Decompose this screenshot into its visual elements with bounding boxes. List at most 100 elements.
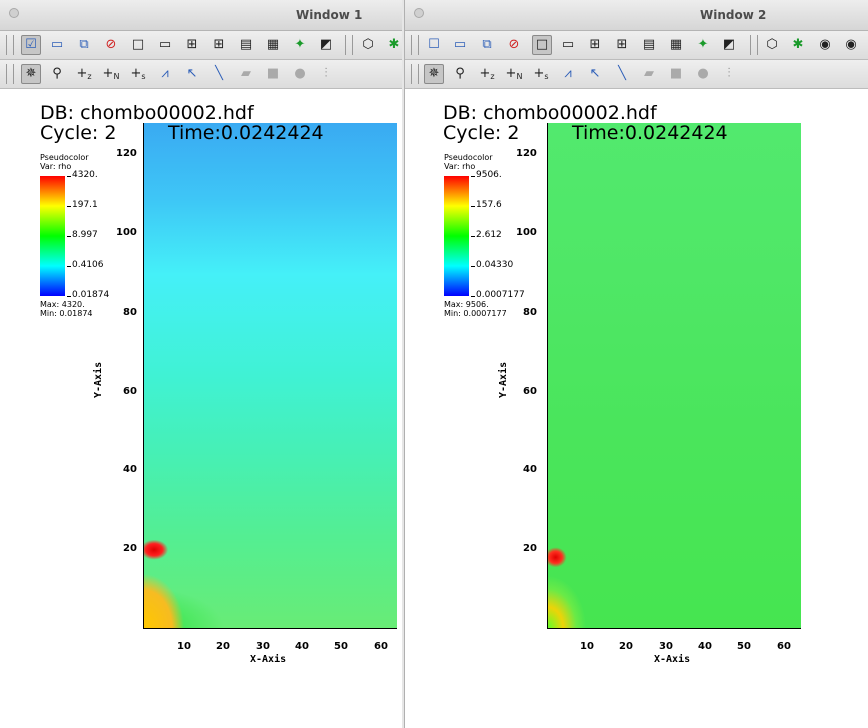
invert-colors-icon[interactable]: ◩ [316, 35, 336, 55]
y-tick-label: 100 [116, 227, 137, 238]
toolbar-grip[interactable] [750, 35, 758, 55]
toolbar-grip[interactable] [345, 35, 353, 55]
layout-3x3-icon[interactable]: ▦ [263, 35, 283, 55]
layout-2x2-icon[interactable]: ⊞ [585, 35, 605, 55]
new-window-icon[interactable]: ▭ [450, 35, 470, 55]
pick-spreadsheet-icon[interactable]: +s [128, 64, 148, 84]
invert-colors-icon[interactable]: ◩ [719, 35, 739, 55]
sphere-tool-icon[interactable]: ● [693, 64, 713, 84]
delete-window-icon[interactable]: ⊘ [504, 35, 524, 55]
print-icon[interactable]: ◉ [841, 35, 861, 55]
toolbar-grip[interactable] [411, 35, 419, 55]
legend-tick-label: 2.612 [471, 230, 502, 240]
window-2-titlebar[interactable]: Window 2 [405, 0, 868, 31]
window-1-title: Window 1 [296, 8, 363, 22]
legend-tick-label: 9506. [471, 170, 502, 180]
pick-line-icon[interactable]: ↖ [182, 64, 202, 84]
legend-variable: Var: rho [40, 162, 72, 171]
pick-node-icon[interactable]: +N [504, 64, 524, 84]
pseudocolor-field[interactable] [144, 123, 397, 628]
sphere-tool-icon[interactable]: ● [290, 64, 310, 84]
cycle-annotation: Cycle: 2 [443, 122, 520, 144]
layout-1x2-icon[interactable]: ▭ [558, 35, 578, 55]
spin-icon[interactable]: ✱ [788, 35, 808, 55]
time-annotation: Time:0.0242424 [572, 122, 728, 144]
y-tick-label: 80 [523, 307, 537, 318]
active-window-icon[interactable]: ☑ [21, 35, 41, 55]
layout-2x4-icon[interactable]: ▤ [639, 35, 659, 55]
layout-2x4-icon[interactable]: ▤ [236, 35, 256, 55]
legend-tick-label: 4320. [67, 170, 98, 180]
zoom-icon[interactable]: ⚲ [47, 64, 67, 84]
spin-icon[interactable]: ✱ [384, 35, 402, 55]
x-tick-label: 10 [177, 641, 191, 652]
layout-1x1-icon[interactable]: □ [532, 35, 552, 55]
x-tick-label: 40 [698, 641, 712, 652]
toolbar-grip[interactable] [411, 64, 419, 84]
lock-tools-icon[interactable]: ✦ [290, 35, 310, 55]
legend-max: Max: 4320. [40, 300, 85, 309]
window-2[interactable]: Window 2 ☐ ▭ ⧉ ⊘ □ ▭ ⊞ ⊞ ▤ ▦ ✦ ◩ ⬡ ✱ ◉ ◉… [404, 0, 868, 728]
layout-3x3-icon[interactable]: ▦ [666, 35, 686, 55]
pick-line-icon[interactable]: ↖ [585, 64, 605, 84]
window-1-toolbar-window: ☑ ▭ ⧉ ⊘ □ ▭ ⊞ ⊞ ▤ ▦ ✦ ◩ ⬡ ✱ [0, 31, 402, 60]
new-window-icon[interactable]: ▭ [47, 35, 67, 55]
box-tool-icon[interactable]: ■ [263, 64, 283, 84]
toolbar-grip[interactable] [6, 35, 14, 55]
layout-1x1-icon[interactable]: □ [128, 35, 148, 55]
legend-tick-label: 197.1 [67, 200, 98, 210]
window-2-close-control[interactable] [414, 8, 424, 18]
point-tool-icon[interactable]: ⫶ [316, 64, 336, 84]
line-tool-icon[interactable]: ╲ [209, 64, 229, 84]
pick-node-icon[interactable]: +N [101, 64, 121, 84]
legend-plot-type: Pseudocolor [444, 153, 493, 162]
plane-tool-icon[interactable]: ▰ [639, 64, 659, 84]
window-2-plot-area[interactable]: DB: chombo00002.hdf Cycle: 2 Pseudocolor… [405, 90, 868, 728]
x-tick-label: 20 [619, 641, 633, 652]
legend-tick-label: 0.0007177 [471, 290, 525, 300]
line-tool-icon[interactable]: ╲ [612, 64, 632, 84]
navigate-icon[interactable]: ✵ [21, 64, 41, 84]
legend-tick-label: 0.01874 [66, 290, 110, 300]
database-annotation: DB: chombo00002.hdf [40, 102, 254, 124]
layout-2x3-icon[interactable]: ⊞ [209, 35, 229, 55]
window-1-plot-area[interactable]: DB: chombo00002.hdf Cycle: 2 Pseudocolor… [0, 90, 402, 728]
legend-color-bar [444, 176, 469, 296]
legend-tick-label: 0.04330 [470, 260, 514, 270]
y-tick-label: 60 [123, 386, 137, 397]
y-tick-label: 40 [123, 464, 137, 475]
navigate-icon[interactable]: ✵ [424, 64, 444, 84]
y-tick-label: 40 [523, 464, 537, 475]
lineout-icon[interactable]: ⩘ [155, 64, 175, 84]
legend-min: Min: 0.0007177 [444, 309, 507, 318]
layout-2x3-icon[interactable]: ⊞ [612, 35, 632, 55]
pseudocolor-field[interactable] [548, 123, 801, 628]
pick-zone-icon[interactable]: +z [477, 64, 497, 84]
lineout-icon[interactable]: ⩘ [558, 64, 578, 84]
clone-window-icon[interactable]: ⧉ [74, 35, 94, 55]
y-axis-line [547, 123, 548, 629]
save-image-icon[interactable]: ◉ [815, 35, 835, 55]
active-window-icon[interactable]: ☐ [424, 35, 444, 55]
pick-zone-icon[interactable]: +z [74, 64, 94, 84]
lock-tools-icon[interactable]: ✦ [693, 35, 713, 55]
y-tick-label: 120 [516, 148, 537, 159]
window-1[interactable]: Window 1 ☑ ▭ ⧉ ⊘ □ ▭ ⊞ ⊞ ▤ ▦ ✦ ◩ ⬡ ✱ ✵ ⚲… [0, 0, 402, 728]
y-tick-label: 60 [523, 386, 537, 397]
toolbar-grip[interactable] [6, 64, 14, 84]
toggle-3d-icon[interactable]: ⬡ [358, 35, 378, 55]
layout-1x2-icon[interactable]: ▭ [155, 35, 175, 55]
delete-window-icon[interactable]: ⊘ [101, 35, 121, 55]
layout-2x2-icon[interactable]: ⊞ [182, 35, 202, 55]
point-tool-icon[interactable]: ⫶ [719, 64, 739, 84]
box-tool-icon[interactable]: ■ [666, 64, 686, 84]
cycle-annotation: Cycle: 2 [40, 122, 117, 144]
zoom-icon[interactable]: ⚲ [450, 64, 470, 84]
clone-window-icon[interactable]: ⧉ [477, 35, 497, 55]
plane-tool-icon[interactable]: ▰ [236, 64, 256, 84]
pick-spreadsheet-icon[interactable]: +s [531, 64, 551, 84]
window-1-close-control[interactable] [9, 8, 19, 18]
toggle-3d-icon[interactable]: ⬡ [762, 35, 782, 55]
window-1-titlebar[interactable]: Window 1 [0, 0, 402, 31]
x-tick-label: 40 [295, 641, 309, 652]
